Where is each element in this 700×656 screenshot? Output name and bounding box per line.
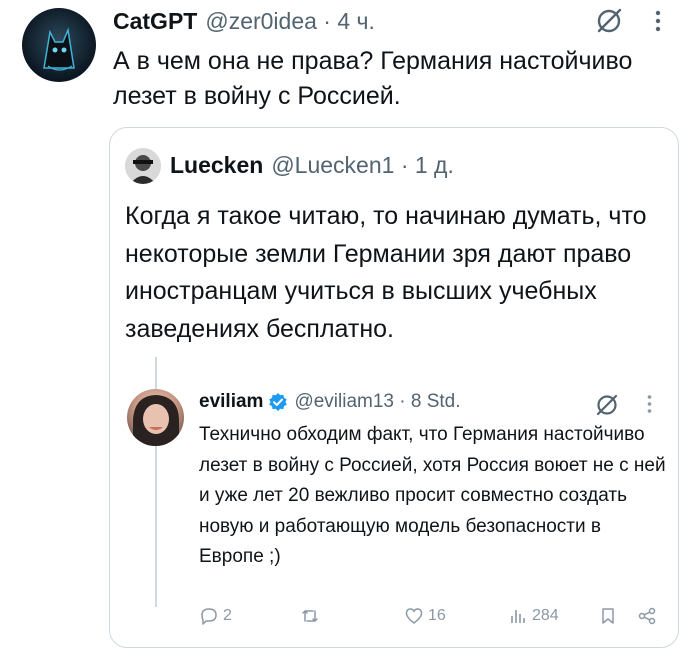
like-icon bbox=[405, 608, 423, 624]
share-button[interactable] bbox=[637, 604, 657, 628]
reply-button[interactable]: 2 bbox=[199, 604, 232, 628]
views-icon bbox=[511, 610, 525, 623]
reply-icon bbox=[201, 608, 217, 625]
verified-badge-icon bbox=[268, 392, 288, 412]
author-handle-time[interactable]: @zer0idea · 4 ч. bbox=[205, 8, 375, 35]
reply-author-name[interactable]: eviliam bbox=[199, 391, 263, 413]
reply-header: eviliam @eviliam13 · 8 Std. bbox=[199, 391, 461, 413]
avatar-luecken[interactable] bbox=[125, 148, 161, 184]
reply-count: 2 bbox=[223, 607, 232, 624]
reply-tweet-text: Технично обходим факт, что Германия наст… bbox=[199, 424, 666, 567]
more-icon[interactable] bbox=[647, 394, 652, 414]
like-button[interactable]: 16 bbox=[404, 604, 446, 628]
avatar-catgpt[interactable] bbox=[22, 8, 96, 82]
quoted-tweet-header: Luecken @Luecken1 · 1 д. bbox=[170, 152, 454, 179]
like-count: 16 bbox=[428, 607, 446, 624]
retweet-icon bbox=[302, 610, 318, 622]
grok-icon[interactable] bbox=[594, 392, 620, 418]
bookmark-icon bbox=[602, 608, 614, 624]
main-tweet-text: А в чем она не права? Германия настойчив… bbox=[113, 47, 633, 110]
more-icon[interactable] bbox=[655, 10, 661, 32]
grok-icon[interactable] bbox=[594, 6, 624, 36]
quoted-author-name[interactable]: Luecken bbox=[170, 152, 263, 179]
views-count: 284 bbox=[532, 607, 559, 624]
bookmark-button[interactable] bbox=[598, 604, 618, 628]
share-icon bbox=[638, 607, 656, 625]
avatar-eviliam[interactable] bbox=[127, 389, 184, 446]
views-button[interactable]: 284 bbox=[508, 604, 559, 628]
quoted-author-handle-time[interactable]: @Luecken1 · 1 д. bbox=[271, 152, 454, 179]
author-name[interactable]: CatGPT bbox=[113, 8, 197, 35]
main-tweet-header: CatGPT @zer0idea · 4 ч. bbox=[113, 8, 375, 38]
reply-author-handle-time[interactable]: @eviliam13 · 8 Std. bbox=[294, 391, 460, 413]
quoted-tweet-text: Когда я такое читаю, то начинаю думать, … bbox=[125, 202, 647, 343]
retweet-button[interactable] bbox=[300, 604, 324, 628]
